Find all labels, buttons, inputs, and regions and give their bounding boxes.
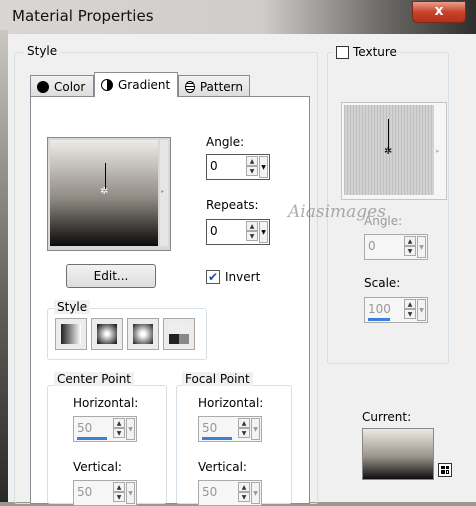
current-label: Current: bbox=[362, 410, 412, 424]
repeats-spinbox[interactable]: 0 ▲ ▼ ▼ bbox=[206, 219, 270, 245]
texture-angle-label: Angle: bbox=[364, 214, 403, 228]
spin-down-icon[interactable]: ▼ bbox=[404, 246, 416, 256]
background-desktop bbox=[0, 30, 8, 502]
spin-up-icon[interactable]: ▲ bbox=[113, 418, 125, 428]
dropdown-arrow-icon[interactable]: ▼ bbox=[259, 221, 268, 243]
texture-center-icon: ✲ bbox=[384, 146, 393, 157]
texture-checkbox[interactable] bbox=[336, 45, 349, 59]
spin-down-icon[interactable]: ▼ bbox=[113, 428, 125, 438]
dropdown-arrow-icon[interactable]: ▼ bbox=[251, 482, 260, 504]
dropdown-arrow-icon[interactable]: ▼ bbox=[251, 418, 260, 440]
invert-label: Invert bbox=[225, 270, 261, 284]
repeats-value: 0 bbox=[210, 224, 218, 238]
scroll-arrow-icon: ▸ bbox=[161, 188, 165, 195]
angle-label: Angle: bbox=[206, 135, 245, 149]
center-horizontal-value: 50 bbox=[77, 421, 93, 435]
texture-angle-value: 0 bbox=[368, 239, 376, 253]
spin-down-icon[interactable]: ▼ bbox=[404, 309, 416, 319]
focal-vertical-spinbox[interactable]: 50 ▲ ▼ ▼ bbox=[198, 480, 262, 506]
center-point-label: Center Point bbox=[54, 372, 134, 386]
texture-preview[interactable]: ✲ ▸ bbox=[341, 102, 447, 200]
focal-horizontal-spinbox[interactable]: 50 ▲ ▼ ▼ bbox=[198, 416, 262, 442]
center-vertical-spinbox[interactable]: 50 ▲ ▼ ▼ bbox=[73, 480, 137, 506]
sunburst-style-button[interactable] bbox=[127, 318, 159, 350]
current-material-swatch[interactable] bbox=[362, 428, 434, 480]
tab-color[interactable]: Color bbox=[30, 75, 94, 97]
spin-up-icon[interactable]: ▲ bbox=[113, 482, 125, 492]
radial-style-button[interactable] bbox=[163, 318, 195, 350]
spin-up-icon[interactable]: ▲ bbox=[404, 236, 416, 246]
center-vertical-value: 50 bbox=[77, 485, 93, 499]
scroll-arrow-icon: ▸ bbox=[436, 147, 440, 155]
focal-horizontal-label: Horizontal: bbox=[198, 396, 264, 410]
focal-horizontal-value: 50 bbox=[202, 421, 218, 435]
tab-gradient-label: Gradient bbox=[118, 78, 171, 92]
spin-down-icon[interactable]: ▼ bbox=[238, 428, 250, 438]
focal-vertical-value: 50 bbox=[202, 485, 218, 499]
gradient-preview[interactable]: ▸ ✲ bbox=[47, 137, 171, 251]
dropdown-arrow-icon[interactable]: ▼ bbox=[417, 236, 426, 258]
spin-up-icon[interactable]: ▲ bbox=[238, 482, 250, 492]
texture-legend: Texture bbox=[333, 45, 400, 59]
tab-pattern-label: Pattern bbox=[199, 79, 243, 94]
rectangular-gradient-icon bbox=[97, 324, 117, 344]
texture-angle-spinbox[interactable]: 0 ▲ ▼ ▼ bbox=[364, 234, 428, 260]
linear-gradient-icon bbox=[61, 324, 81, 344]
tab-gradient[interactable]: Gradient bbox=[94, 72, 178, 97]
swap-materials-icon[interactable] bbox=[438, 463, 452, 477]
focal-vertical-label: Vertical: bbox=[198, 460, 247, 474]
invert-checkbox[interactable]: ✔ bbox=[206, 270, 220, 284]
focal-point-label: Focal Point bbox=[182, 372, 253, 386]
texture-scale-level bbox=[368, 318, 390, 321]
spin-up-icon[interactable]: ▲ bbox=[238, 418, 250, 428]
center-horizontal-label: Horizontal: bbox=[73, 396, 139, 410]
dropdown-arrow-icon[interactable]: ▼ bbox=[126, 418, 135, 440]
spin-down-icon[interactable]: ▼ bbox=[246, 231, 258, 241]
pattern-globe-icon bbox=[185, 80, 195, 93]
window-title: Material Properties bbox=[12, 7, 154, 25]
style-group-label: Style bbox=[24, 44, 61, 58]
spin-up-icon[interactable]: ▲ bbox=[246, 221, 258, 231]
tab-color-label: Color bbox=[54, 79, 86, 94]
center-horizontal-level bbox=[77, 437, 107, 440]
spin-down-icon[interactable]: ▼ bbox=[246, 166, 258, 176]
color-circle-icon bbox=[37, 80, 49, 93]
spin-down-icon[interactable]: ▼ bbox=[238, 492, 250, 502]
tab-pattern[interactable]: Pattern bbox=[178, 75, 250, 97]
preview-scrollbar[interactable]: ▸ bbox=[160, 140, 168, 246]
radial-gradient-icon bbox=[169, 324, 189, 344]
angle-spinbox[interactable]: 0 ▲ ▼ ▼ bbox=[206, 154, 270, 180]
rectangular-style-button[interactable] bbox=[91, 318, 123, 350]
center-vertical-label: Vertical: bbox=[73, 460, 122, 474]
texture-scale-spinbox[interactable]: 100 ▲ ▼ ▼ bbox=[364, 297, 428, 323]
center-handle-icon[interactable]: ✲ bbox=[100, 187, 110, 197]
texture-scale-label: Scale: bbox=[364, 276, 401, 290]
linear-style-button[interactable] bbox=[55, 318, 87, 350]
gradient-style-label: Style bbox=[54, 300, 91, 314]
dropdown-arrow-icon[interactable]: ▼ bbox=[417, 299, 426, 321]
texture-label: Texture bbox=[353, 45, 397, 59]
center-horizontal-spinbox[interactable]: 50 ▲ ▼ ▼ bbox=[73, 416, 137, 442]
texture-scale-value: 100 bbox=[368, 302, 391, 316]
focal-horizontal-level bbox=[202, 437, 232, 440]
sunburst-gradient-icon bbox=[133, 324, 153, 344]
spin-up-icon[interactable]: ▲ bbox=[404, 299, 416, 309]
repeats-label: Repeats: bbox=[206, 198, 259, 212]
angle-value: 0 bbox=[210, 159, 218, 173]
spin-up-icon[interactable]: ▲ bbox=[246, 156, 258, 166]
dropdown-arrow-icon[interactable]: ▼ bbox=[126, 482, 135, 504]
edit-button[interactable]: Edit... bbox=[66, 264, 156, 288]
spin-down-icon[interactable]: ▼ bbox=[113, 492, 125, 502]
gradient-circle-icon bbox=[101, 79, 113, 91]
close-button[interactable]: x bbox=[412, 1, 466, 23]
dropdown-arrow-icon[interactable]: ▼ bbox=[259, 156, 268, 178]
